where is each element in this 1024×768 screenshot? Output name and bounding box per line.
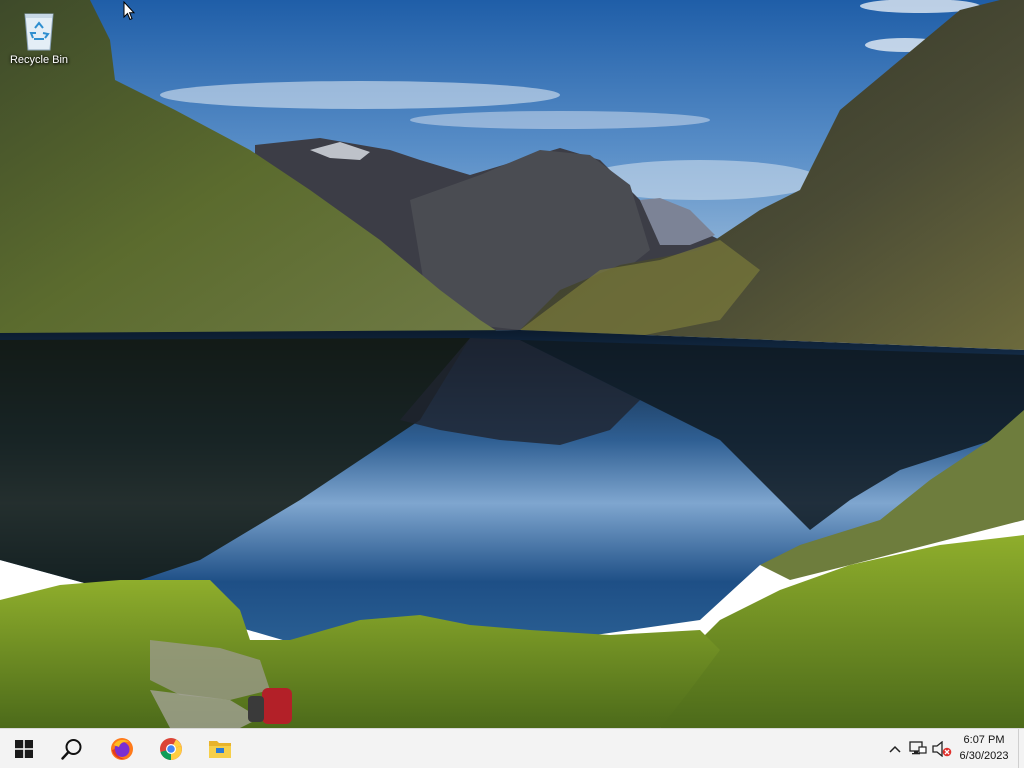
- desktop-wallpaper: [0, 0, 1024, 728]
- file-explorer-taskbar-button[interactable]: [196, 729, 244, 768]
- recycle-bin-label: Recycle Bin: [9, 54, 69, 66]
- folder-icon: [209, 740, 231, 758]
- start-button[interactable]: [0, 729, 48, 768]
- firefox-taskbar-button[interactable]: [98, 729, 146, 768]
- taskbar-clock[interactable]: 6:07 PM 6/30/2023: [954, 732, 1014, 764]
- network-icon: [909, 740, 927, 754]
- chrome-icon: [160, 737, 182, 760]
- recycle-bin-desktop-icon[interactable]: Recycle Bin: [4, 6, 74, 76]
- search-icon: [61, 738, 82, 760]
- network-tray-button[interactable]: [906, 729, 930, 768]
- taskbar: 6:07 PM 6/30/2023: [0, 728, 1024, 768]
- volume-muted-icon: [932, 740, 952, 757]
- clock-time: 6:07 PM: [963, 734, 1005, 746]
- recycle-bin-icon: [24, 13, 54, 51]
- firefox-icon: [111, 737, 133, 760]
- clock-date: 6/30/2023: [959, 750, 1009, 762]
- show-desktop-button[interactable]: [1018, 729, 1024, 768]
- chevron-up-icon: [889, 745, 901, 753]
- search-button[interactable]: [48, 729, 96, 768]
- windows-logo-icon: [15, 739, 33, 758]
- chrome-taskbar-button[interactable]: [147, 729, 195, 768]
- desktop[interactable]: Recycle Bin 6:07 PM 6/30/2023: [0, 0, 1024, 768]
- mouse-cursor-icon: [123, 1, 135, 21]
- show-hidden-icons-button[interactable]: [884, 729, 906, 768]
- volume-tray-button[interactable]: [930, 729, 954, 768]
